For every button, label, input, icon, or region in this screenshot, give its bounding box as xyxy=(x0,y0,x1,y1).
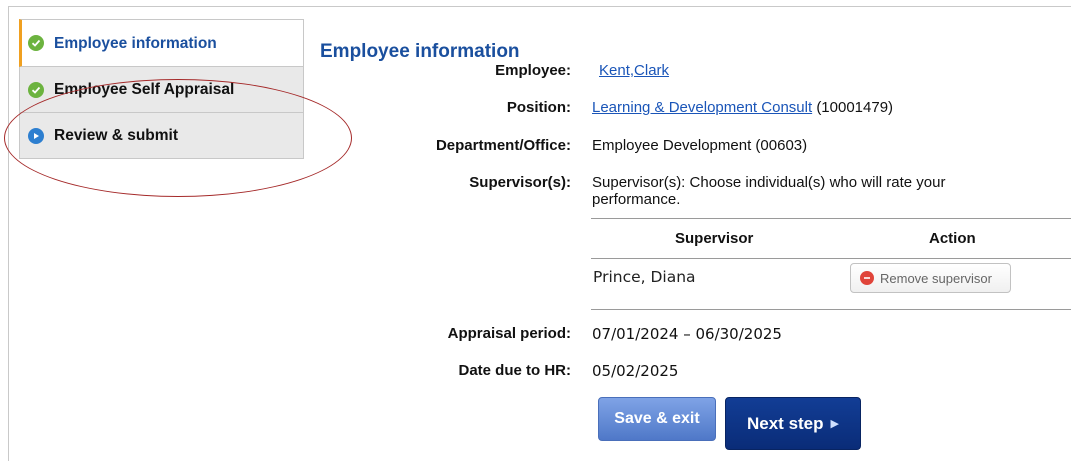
save-exit-button[interactable]: Save & exit xyxy=(598,397,716,441)
check-icon xyxy=(28,81,44,98)
employee-link[interactable]: Kent,Clark xyxy=(599,62,669,79)
appraisal-period-value: 07/01/2024 – 06/30/2025 xyxy=(592,325,782,343)
supervisors-label: Supervisor(s): xyxy=(469,174,571,191)
step-sidebar: Employee information Employee Self Appra… xyxy=(4,19,352,197)
column-header-supervisor: Supervisor xyxy=(675,230,754,247)
supervisors-help-text: Supervisor(s): Choose individual(s) who … xyxy=(592,174,946,208)
chevron-right-icon: ▶ xyxy=(830,418,839,430)
remove-icon xyxy=(860,271,874,285)
position-code: (10001479) xyxy=(816,99,894,116)
supervisor-name: Prince, Diana xyxy=(593,268,696,286)
remove-supervisor-button[interactable]: Remove supervisor xyxy=(850,263,1011,293)
check-icon xyxy=(28,35,44,51)
department-value: Employee Development (00603) xyxy=(592,137,808,154)
employee-label: Employee: xyxy=(495,62,571,79)
sidebar-item-label: Employee information xyxy=(54,35,217,52)
position-link[interactable]: Learning & Development Consult xyxy=(592,99,812,116)
save-exit-label: Save & exit xyxy=(614,410,700,427)
next-step-button[interactable]: Next step ▶ xyxy=(725,397,861,450)
sidebar-item-label: Review & submit xyxy=(54,126,179,144)
column-header-action: Action xyxy=(929,230,976,247)
table-header-rule xyxy=(591,258,1071,259)
play-icon xyxy=(28,127,44,144)
page-title: Employee information xyxy=(320,41,520,62)
sidebar-item-review-submit[interactable]: Review & submit xyxy=(19,113,304,159)
department-label: Department/Office: xyxy=(435,137,571,154)
table-bottom-rule xyxy=(591,309,1071,310)
next-step-label: Next step xyxy=(747,413,824,433)
remove-supervisor-label: Remove supervisor xyxy=(880,270,992,286)
table-top-rule xyxy=(591,218,1071,219)
position-value: Learning & Development Consult (10001479… xyxy=(592,99,893,116)
date-due-label: Date due to HR: xyxy=(458,362,572,379)
frame-left-border xyxy=(8,6,9,461)
sidebar-item-employee-information[interactable]: Employee information xyxy=(19,19,304,67)
date-due-value: 05/02/2025 xyxy=(592,362,679,380)
frame-top-border xyxy=(8,6,1071,7)
sidebar-item-employee-self-appraisal[interactable]: Employee Self Appraisal xyxy=(19,67,304,113)
sidebar-item-label: Employee Self Appraisal xyxy=(54,80,235,98)
position-label: Position: xyxy=(506,99,571,116)
appraisal-period-label: Appraisal period: xyxy=(447,325,571,342)
